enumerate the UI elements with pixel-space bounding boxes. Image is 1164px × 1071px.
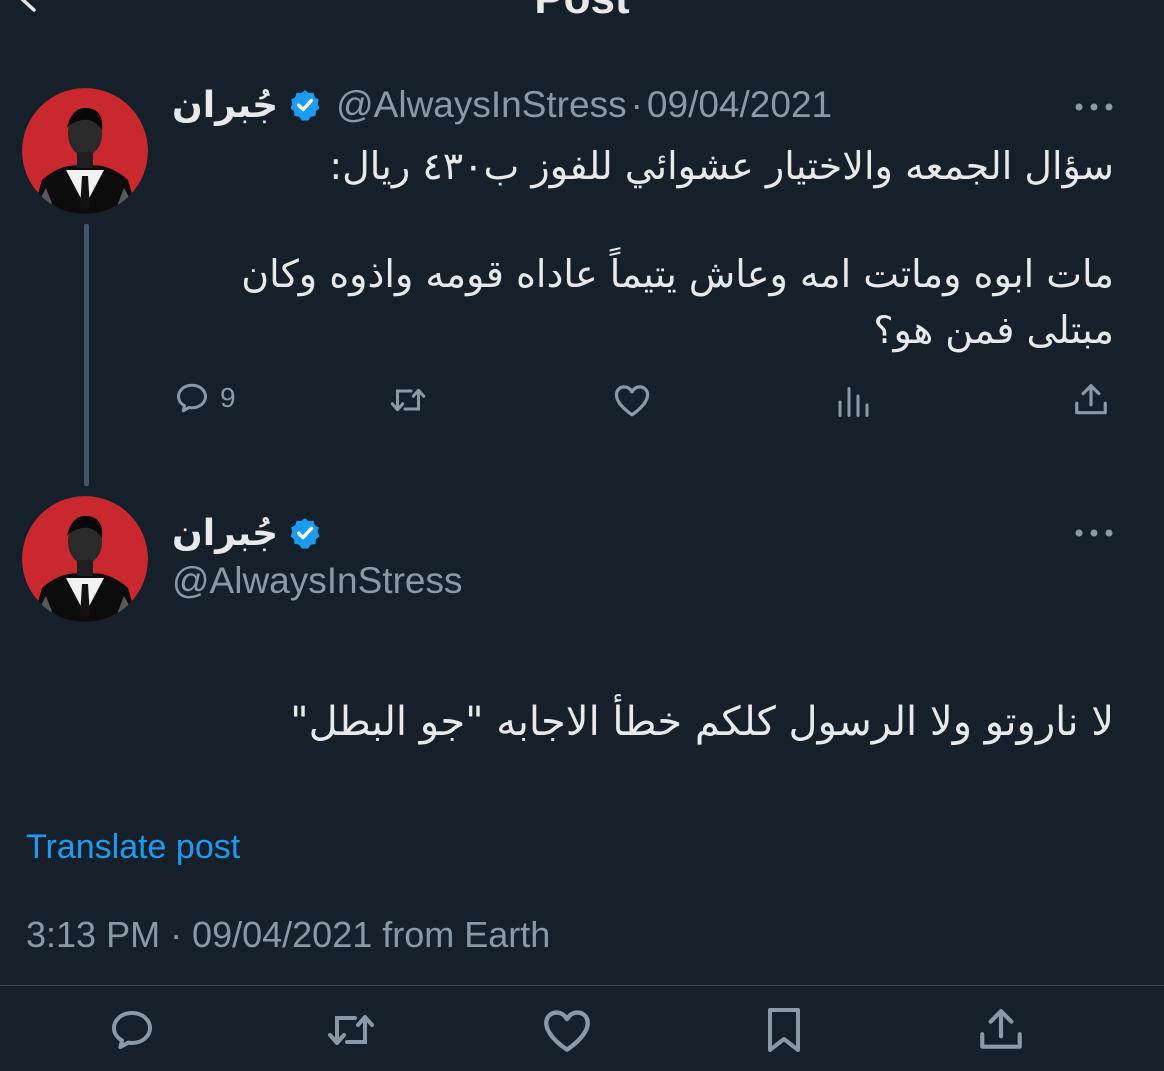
tweet-text-spacer <box>174 194 1114 246</box>
reply-count: 9 <box>220 382 236 413</box>
more-options-icon[interactable] <box>1072 526 1116 540</box>
tweet-text-line: سؤال الجمعه والاختيار عشوائي للفوز ب٤٣٠ … <box>329 144 1114 188</box>
display-name[interactable]: جُبران <box>172 84 278 126</box>
thread-connector-line <box>84 224 89 486</box>
handle[interactable]: @AlwaysInStress <box>172 560 462 602</box>
bookmark-icon <box>768 1008 800 1052</box>
retweet-icon <box>390 388 426 412</box>
like-icon <box>614 385 650 417</box>
share-button[interactable] <box>976 1004 1026 1056</box>
top-bar: Post <box>0 0 1164 23</box>
avatar[interactable] <box>22 496 148 622</box>
reply-icon <box>177 383 207 413</box>
reply-icon <box>112 1011 152 1049</box>
bookmark-button[interactable] <box>760 1004 808 1056</box>
retweet-button[interactable] <box>386 382 430 418</box>
avatar[interactable] <box>22 88 148 214</box>
like-button[interactable] <box>612 382 652 418</box>
display-name[interactable]: جُبران <box>172 512 278 554</box>
tweet-text: لا ناروتو ولا الرسول كلكم خطأ الاجابه "ج… <box>290 699 1114 745</box>
more-options-icon[interactable] <box>1072 100 1116 114</box>
separator-dot: · <box>630 84 643 125</box>
tweet-text-line: مبتلى فمن هو؟ <box>873 308 1114 352</box>
views-icon <box>838 387 869 417</box>
handle[interactable]: @AlwaysInStress <box>336 84 626 126</box>
share-icon <box>1075 384 1107 415</box>
reply-button[interactable]: 9 <box>174 380 236 416</box>
share-button[interactable] <box>1072 380 1110 420</box>
post-page: Post جُبران @AlwaysInStress · 09/04/2021 <box>0 0 1164 1071</box>
divider <box>0 985 1164 986</box>
tweet-header: جُبران <box>172 512 322 554</box>
tweet-text: سؤال الجمعه والاختيار عشوائي للفوز ب٤٣٠ … <box>174 138 1114 358</box>
translate-post-link[interactable]: Translate post <box>26 828 240 867</box>
page-title: Post <box>0 0 1164 24</box>
reply-button[interactable] <box>108 1006 156 1054</box>
tweet-text-line: مات ابوه وماتت امه وعاش يتيماً عاداه قوم… <box>241 252 1114 296</box>
like-button[interactable] <box>540 1006 594 1054</box>
post-date[interactable]: 09/04/2021 <box>647 84 832 126</box>
verified-badge-icon <box>290 90 320 121</box>
tweet-header: جُبران @AlwaysInStress · 09/04/2021 <box>172 84 832 126</box>
views-button[interactable] <box>834 384 870 420</box>
verified-badge-icon <box>290 518 320 549</box>
like-icon <box>544 1010 590 1052</box>
share-icon <box>980 1009 1022 1049</box>
retweet-icon <box>328 1015 374 1045</box>
retweet-button[interactable] <box>322 1006 380 1054</box>
post-timestamp[interactable]: 3:13 PM · 09/04/2021 from Earth <box>26 914 550 956</box>
